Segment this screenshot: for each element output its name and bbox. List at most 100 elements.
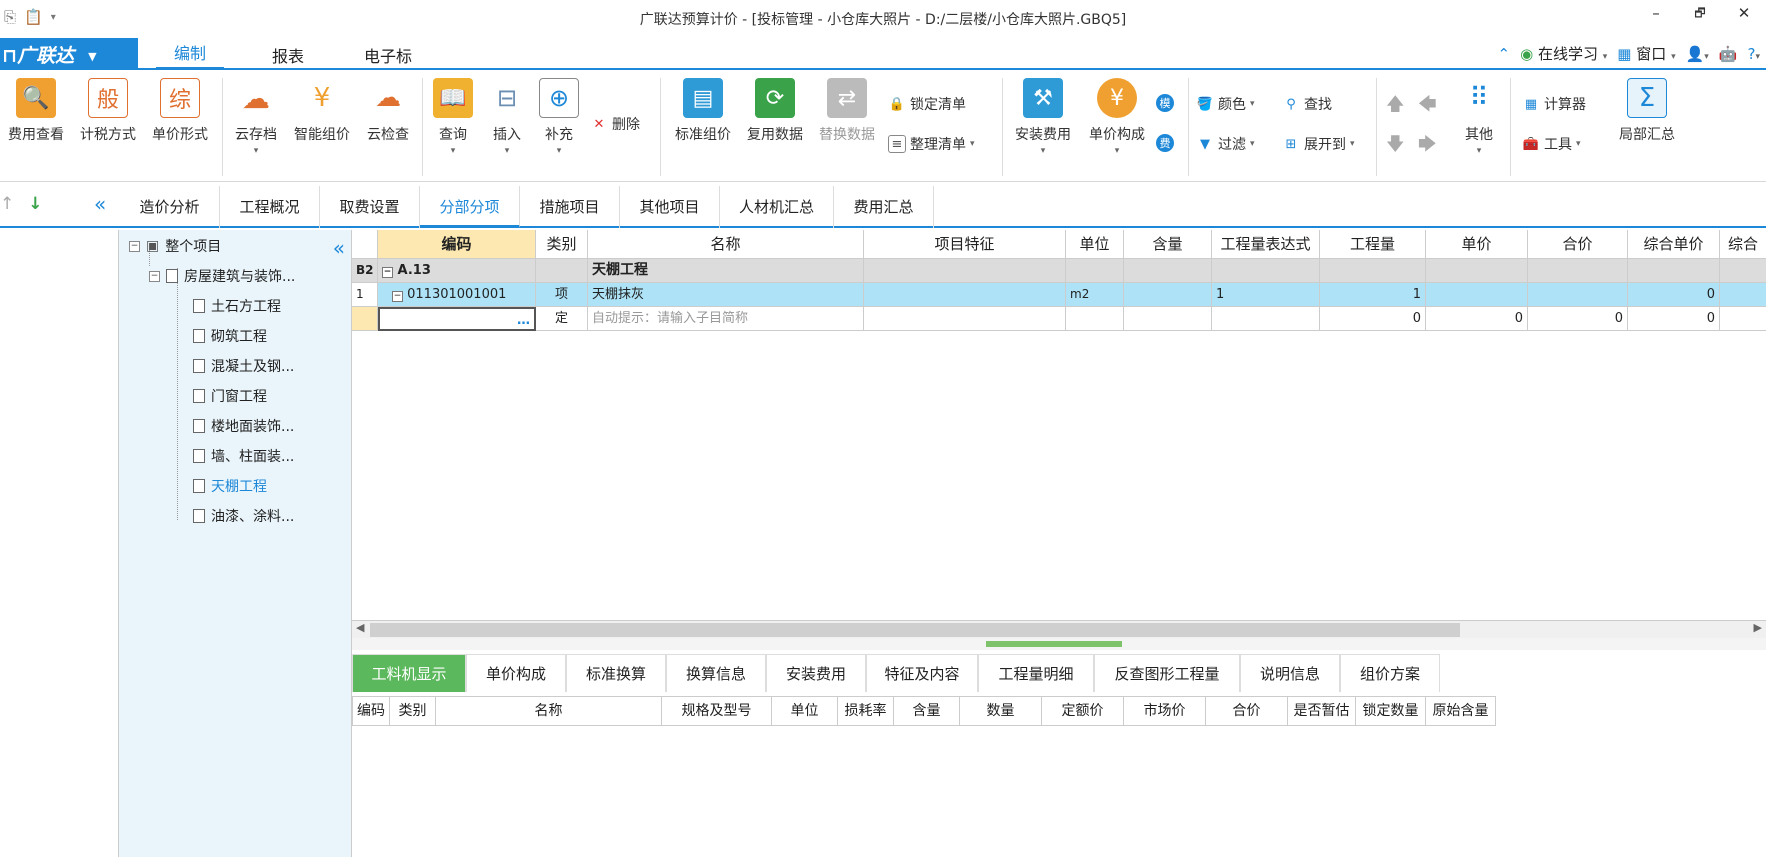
col-header-unit-price[interactable]: 单价 bbox=[1426, 230, 1528, 259]
col-header-composite[interactable]: 综合 bbox=[1720, 230, 1766, 259]
cell-feature[interactable] bbox=[864, 283, 1066, 307]
filter-button[interactable]: ▼ 过滤 ▾ bbox=[1196, 134, 1255, 154]
cell-code[interactable]: − A.13 bbox=[378, 259, 536, 283]
collapse-node-icon[interactable]: − bbox=[149, 270, 160, 282]
collapse-node-icon[interactable]: − bbox=[129, 240, 140, 252]
cell-content[interactable] bbox=[1124, 259, 1212, 283]
find-button[interactable]: ⚲ 查找 bbox=[1282, 94, 1332, 114]
standard-pricing-button[interactable]: ▤ 标准组价 bbox=[668, 78, 738, 144]
pane-splitter[interactable] bbox=[352, 638, 1766, 650]
lock-list-button[interactable]: 🔒 锁定清单 bbox=[888, 94, 966, 114]
col-header-quota-price[interactable]: 定额价 bbox=[1042, 696, 1124, 726]
tab-quantity-detail[interactable]: 工程量明细 bbox=[978, 654, 1094, 692]
tab-measures[interactable]: 措施项目 bbox=[520, 186, 620, 228]
tab-fee-settings[interactable]: 取费设置 bbox=[320, 186, 420, 228]
cell-total[interactable] bbox=[1528, 259, 1628, 283]
col-header-composite-unit-price[interactable]: 综合单价 bbox=[1628, 230, 1720, 259]
tree-leaf[interactable]: 墙、柱面装... bbox=[193, 446, 294, 466]
col-header-total[interactable]: 合价 bbox=[1528, 230, 1628, 259]
move-left-button[interactable]: 🡄 bbox=[1418, 92, 1437, 122]
col-header-content[interactable]: 含量 bbox=[894, 696, 960, 726]
tree-leaf-selected[interactable]: 天棚工程 bbox=[193, 476, 267, 496]
cell-unit[interactable] bbox=[1066, 307, 1124, 331]
cell-total[interactable]: 0 bbox=[1528, 307, 1628, 331]
splitter-grip[interactable] bbox=[986, 641, 1122, 647]
tab-sub-items[interactable]: 分部分项 bbox=[420, 186, 520, 228]
cell-quantity[interactable] bbox=[1320, 259, 1426, 283]
install-fee-button[interactable]: ⚒ 安装费用 ▾ bbox=[1010, 78, 1076, 156]
col-header-type[interactable]: 类别 bbox=[536, 230, 588, 259]
move-down-button[interactable]: 🡇 bbox=[1386, 132, 1405, 162]
col-header-amount[interactable]: 数量 bbox=[960, 696, 1042, 726]
col-header-total[interactable]: 合价 bbox=[1206, 696, 1288, 726]
cloud-archive-button[interactable]: ☁ 云存档 ▾ bbox=[230, 78, 282, 156]
cell-name[interactable]: 天棚抹灰 bbox=[588, 283, 864, 307]
cell-quantity[interactable]: 1 bbox=[1320, 283, 1426, 307]
horizontal-scrollbar[interactable]: ◀ ▶ bbox=[352, 620, 1766, 638]
collapse-left-icon[interactable]: « bbox=[94, 192, 106, 216]
collapse-row-icon[interactable]: − bbox=[392, 291, 403, 302]
cell-composite-unit-price[interactable]: 0 bbox=[1628, 283, 1720, 307]
cell-code[interactable]: − 011301001001 bbox=[378, 283, 536, 307]
tab-unit-price-composition[interactable]: 单价构成 bbox=[466, 654, 566, 692]
tab-other-items[interactable]: 其他项目 bbox=[620, 186, 720, 228]
move-up-button[interactable]: 🡅 bbox=[1386, 92, 1405, 122]
tab-description-info[interactable]: 说明信息 bbox=[1240, 654, 1340, 692]
col-header-name[interactable]: 名称 bbox=[588, 230, 864, 259]
chevron-up-icon[interactable]: ⌃ bbox=[1498, 45, 1511, 63]
col-header-unit[interactable]: 单位 bbox=[1066, 230, 1124, 259]
unit-price-composition-button[interactable]: ¥ 单价构成 ▾ bbox=[1082, 78, 1152, 156]
tools-button[interactable]: 🧰 工具 ▾ bbox=[1522, 134, 1581, 154]
menu-tab-ebid[interactable]: 电子标 bbox=[364, 43, 412, 67]
tree-node-root[interactable]: − ▣ 整个项目 bbox=[129, 236, 221, 256]
scroll-left-icon[interactable]: ◀ bbox=[356, 621, 364, 634]
tree-leaf[interactable]: 土石方工程 bbox=[193, 296, 281, 316]
tab-reverse-graphic-quantity[interactable]: 反查图形工程量 bbox=[1094, 654, 1240, 692]
move-right-button[interactable]: 🡆 bbox=[1418, 132, 1437, 162]
cell-quantity[interactable]: 0 bbox=[1320, 307, 1426, 331]
template-badge-button[interactable]: 模 bbox=[1156, 94, 1174, 112]
col-header-code[interactable]: 编码 bbox=[352, 696, 390, 726]
tree-node-building[interactable]: − 房屋建筑与装饰... bbox=[149, 266, 295, 286]
app-menu-button[interactable]: ⊓广联达 ▼ bbox=[0, 38, 138, 68]
smart-pricing-button[interactable]: ¥ 智能组价 bbox=[290, 78, 354, 144]
cell-content[interactable] bbox=[1124, 283, 1212, 307]
tree-leaf[interactable]: 混凝土及钢... bbox=[193, 356, 294, 376]
tree-leaf[interactable]: 门窗工程 bbox=[193, 386, 267, 406]
col-header-feature[interactable]: 项目特征 bbox=[864, 230, 1066, 259]
restore-button[interactable]: 🗗 bbox=[1678, 4, 1722, 25]
cell-composite[interactable] bbox=[1720, 259, 1766, 283]
table-row-selected[interactable]: 1 − 011301001001 项 天棚抹灰 m2 1 1 0 bbox=[352, 283, 1766, 307]
tab-labor-material-summary[interactable]: 人材机汇总 bbox=[720, 186, 834, 228]
table-row-new-entry[interactable]: … 定 自动提示：请输入子目简称 0 0 0 0 bbox=[352, 307, 1766, 331]
scroll-right-icon[interactable]: ▶ bbox=[1754, 621, 1762, 634]
col-header-expression[interactable]: 工程量表达式 bbox=[1212, 230, 1320, 259]
cell-name-hint[interactable]: 自动提示：请输入子目简称 bbox=[588, 307, 864, 331]
cell-expression[interactable] bbox=[1212, 259, 1320, 283]
tab-feature-content[interactable]: 特征及内容 bbox=[866, 654, 978, 692]
cell-unit[interactable]: m2 bbox=[1066, 283, 1124, 307]
col-header-quantity[interactable]: 工程量 bbox=[1320, 230, 1426, 259]
col-header-market-price[interactable]: 市场价 bbox=[1124, 696, 1206, 726]
query-button[interactable]: 📖 查询 ▾ bbox=[428, 78, 478, 156]
other-button[interactable]: ⠿ 其他 ▾ bbox=[1454, 78, 1504, 156]
col-header-rowno[interactable] bbox=[352, 230, 378, 259]
tree-leaf[interactable]: 油漆、涂料... bbox=[193, 506, 294, 526]
tab-labor-material-display[interactable]: 工料机显示 bbox=[352, 654, 466, 692]
help-button[interactable]: ?▾ bbox=[1748, 45, 1761, 63]
cell-feature[interactable] bbox=[864, 259, 1066, 283]
cell-expression[interactable] bbox=[1212, 307, 1320, 331]
col-header-loss-rate[interactable]: 损耗率 bbox=[838, 696, 894, 726]
color-button[interactable]: 🪣 颜色 ▾ bbox=[1196, 94, 1255, 114]
tab-fee-summary[interactable]: 费用汇总 bbox=[834, 186, 934, 228]
tax-method-button[interactable]: 般计税方式 bbox=[76, 78, 140, 144]
minimize-button[interactable]: – bbox=[1634, 4, 1678, 25]
window-menu-button[interactable]: ▦ 窗口 ▾ bbox=[1617, 43, 1675, 64]
cell-composite[interactable] bbox=[1720, 307, 1766, 331]
scrollbar-thumb[interactable] bbox=[370, 623, 1460, 637]
insert-button[interactable]: ⊟ 插入 ▾ bbox=[482, 78, 532, 156]
calculator-button[interactable]: ▦ 计算器 bbox=[1522, 94, 1586, 114]
unit-price-form-button[interactable]: 综单价形式 bbox=[148, 78, 212, 144]
cost-view-button[interactable]: 🔍 费用查看 bbox=[4, 78, 68, 144]
menu-tab-edit[interactable]: 编制 bbox=[156, 40, 225, 70]
